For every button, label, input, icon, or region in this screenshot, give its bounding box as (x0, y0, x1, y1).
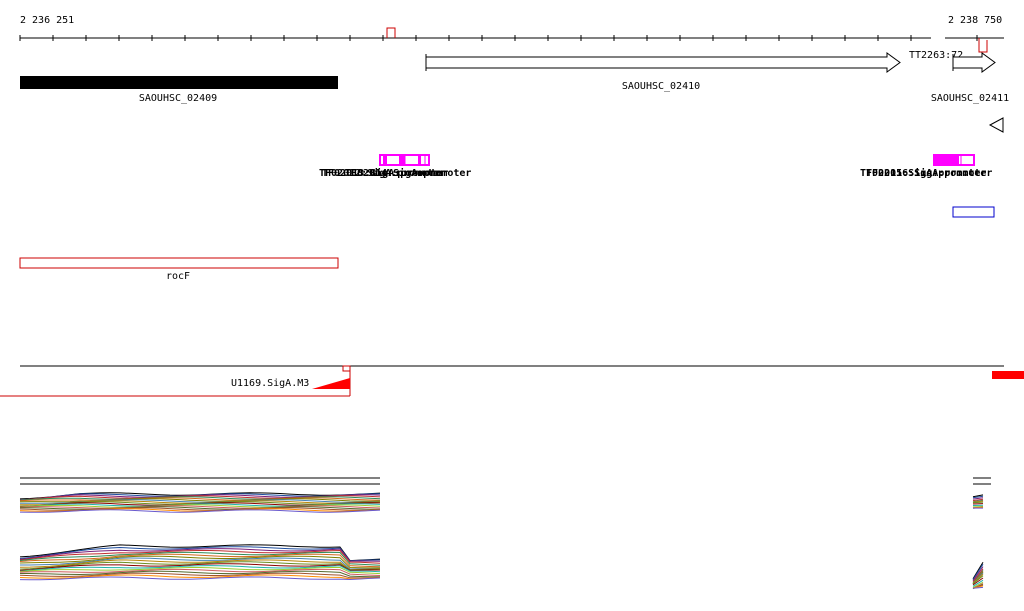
promoter-fill-right (935, 156, 959, 164)
gene-saouhsc-02410[interactable] (425, 52, 901, 73)
expr1-right-series-line (972, 501, 984, 504)
motif-right-block[interactable] (992, 371, 1024, 379)
ruler-end-label: 2 238 750 (948, 15, 1002, 26)
ruler-start-label: 2 236 251 (20, 15, 74, 26)
genome-browser: 2 236 251 2 238 750 SAOUHSC_02409 SAOUHS… (0, 15, 1024, 590)
gene-label-02411: SAOUHSC_02411 (931, 93, 1009, 104)
tss-marker-2[interactable] (978, 38, 988, 53)
operon-rocf[interactable] (19, 257, 339, 269)
motif-label: U1169.SigA.M3 (231, 378, 309, 389)
expression-track-1 (19, 477, 991, 513)
promoter-fill-left-a (383, 156, 387, 164)
coordinate-ruler: 2 236 251 2 238 750 (19, 15, 1004, 53)
tss-marker-1[interactable] (386, 27, 396, 38)
gene-label-02409: SAOUHSC_02409 (139, 93, 217, 104)
motif-small-box[interactable] (342, 365, 351, 372)
motif-track: U1169.SigA.M3 (0, 365, 1024, 397)
promoter-fill-left-b (399, 156, 405, 164)
expression-track-2 (19, 544, 984, 590)
promoter-fill-left-c (418, 156, 421, 164)
promoter-label-left-3: TF02014:SigA:promoter (345, 167, 471, 179)
ruler-gap (931, 34, 945, 42)
promoter-track: TF02012:SigA:promoter TF02013:SigA:promo… (319, 154, 992, 179)
gene-track: SAOUHSC_02409 SAOUHSC_02410 TT2263:72 SA… (20, 50, 1009, 133)
operon-label: rocF (166, 271, 190, 282)
expr1-right-series-line (972, 497, 984, 500)
blue-feature[interactable] (952, 206, 995, 218)
promoter-label-right-2: TF02016:SigA:promoter (866, 167, 992, 179)
gene-saouhsc-02409[interactable] (20, 76, 338, 89)
expr2-series-line (19, 565, 381, 573)
reverse-strand-marker[interactable] (988, 117, 1004, 133)
operon-track: rocF (19, 257, 339, 282)
gene-label-02410: SAOUHSC_02410 (622, 81, 700, 92)
motif-score-wedge[interactable] (312, 378, 350, 389)
